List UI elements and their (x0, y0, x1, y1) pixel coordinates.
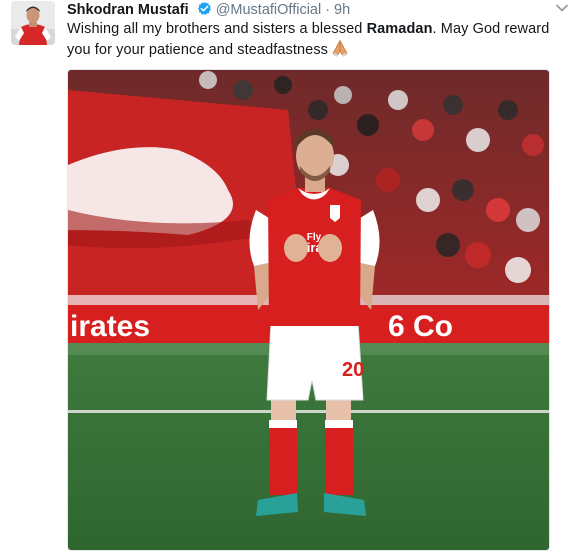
tweet: Shkodran Mustafi @MustafiOfficial · 9h Wis… (0, 0, 579, 555)
tweet-text-part-1: Wishing all my brothers and sisters a bl… (67, 21, 367, 37)
separator-dot: · (325, 2, 331, 18)
chevron-down-icon[interactable] (555, 1, 569, 15)
author-handle[interactable]: @MustafiOfficial (216, 2, 322, 18)
board-text-left: irates (70, 310, 150, 343)
folded-hands-emoji-icon (331, 39, 349, 63)
author-name[interactable]: Shkodran Mustafi (67, 2, 189, 18)
tweet-text-bold: Ramadan (366, 21, 433, 37)
avatar[interactable] (11, 1, 55, 45)
tweet-header: Shkodran Mustafi @MustafiOfficial · 9h (67, 1, 350, 19)
tweet-text: Wishing all my brothers and sisters a bl… (67, 19, 572, 63)
tweet-photo[interactable]: irates 6 Co 20 Fly Emirates (67, 69, 550, 551)
tweet-timestamp[interactable]: 9h (334, 2, 350, 18)
verified-badge-icon (197, 1, 212, 21)
shorts-number: 20 (342, 359, 364, 381)
board-text-right: 6 Co (388, 310, 453, 343)
